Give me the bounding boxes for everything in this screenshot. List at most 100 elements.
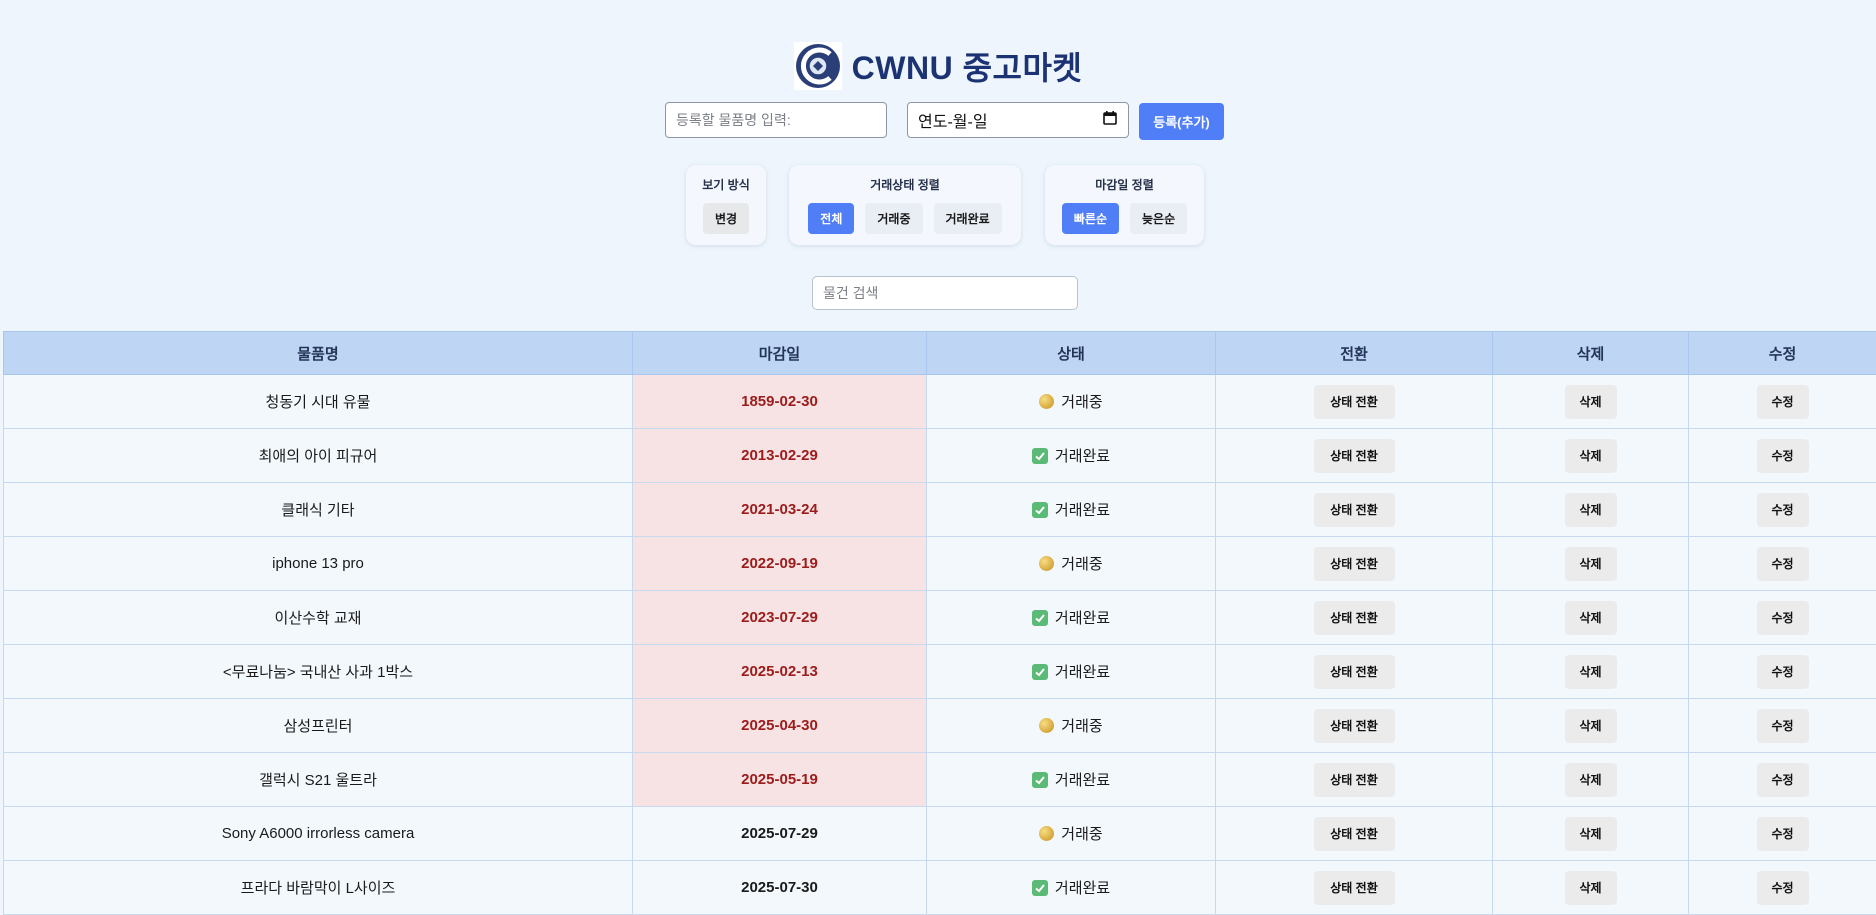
- toggle-status-button[interactable]: 상태 전환: [1314, 709, 1395, 743]
- toggle-status-button[interactable]: 상태 전환: [1314, 655, 1395, 689]
- status-label: 거래완료: [1055, 877, 1110, 898]
- calendar-icon[interactable]: [1102, 110, 1118, 130]
- sort-latest-button[interactable]: 늦은순: [1130, 203, 1187, 234]
- toggle-cell: 상태 전환: [1216, 645, 1493, 699]
- status-cell: 거래완료: [927, 591, 1216, 645]
- toggle-status-button[interactable]: 상태 전환: [1314, 385, 1395, 419]
- checkmark-icon: [1032, 610, 1048, 626]
- toggle-cell: 상태 전환: [1216, 861, 1493, 915]
- items-table: 물품명 마감일 상태 전환 삭제 수정 청동기 시대 유물1859-02-30 거…: [3, 331, 1876, 915]
- coin-dot-icon: [1039, 826, 1054, 841]
- toggle-cell: 상태 전환: [1216, 537, 1493, 591]
- status-sort-title: 거래상태 정렬: [789, 176, 1021, 193]
- status-cell: 거래중: [927, 537, 1216, 591]
- edit-cell: 수정: [1689, 699, 1876, 753]
- edit-button[interactable]: 수정: [1757, 655, 1809, 689]
- page-header: CWNU 중고마켓: [0, 40, 1876, 92]
- toggle-status-button[interactable]: 상태 전환: [1314, 763, 1395, 797]
- item-name-cell: iphone 13 pro: [4, 537, 633, 591]
- table-row: 삼성프린터2025-04-30거래중상태 전환삭제수정: [4, 699, 1876, 753]
- table-row: <무료나눔> 국내산 사과 1박스2025-02-13거래완료상태 전환삭제수정: [4, 645, 1876, 699]
- edit-button[interactable]: 수정: [1757, 493, 1809, 527]
- status-filter-trading-button[interactable]: 거래중: [865, 203, 922, 234]
- edit-button[interactable]: 수정: [1757, 817, 1809, 851]
- toggle-status-button[interactable]: 상태 전환: [1314, 547, 1395, 581]
- edit-button[interactable]: 수정: [1757, 547, 1809, 581]
- deadline-date-input[interactable]: 연도-월-일: [907, 102, 1129, 138]
- column-header-name: 물품명: [4, 332, 633, 375]
- delete-button[interactable]: 삭제: [1565, 547, 1617, 581]
- register-button[interactable]: 등록(추가): [1139, 103, 1224, 140]
- delete-button[interactable]: 삭제: [1565, 601, 1617, 635]
- edit-button[interactable]: 수정: [1757, 601, 1809, 635]
- edit-button[interactable]: 수정: [1757, 385, 1809, 419]
- view-mode-toggle-button[interactable]: 변경: [703, 203, 749, 234]
- table-header-row: 물품명 마감일 상태 전환 삭제 수정: [4, 332, 1876, 375]
- checkmark-icon: [1032, 502, 1048, 518]
- delete-button[interactable]: 삭제: [1565, 871, 1617, 905]
- delete-button[interactable]: 삭제: [1565, 763, 1617, 797]
- table-row: 클래식 기타2021-03-24거래완료상태 전환삭제수정: [4, 483, 1876, 537]
- item-name-cell: 클래식 기타: [4, 483, 633, 537]
- status-cell: 거래중: [927, 807, 1216, 861]
- delete-button[interactable]: 삭제: [1565, 385, 1617, 419]
- page-title: CWNU 중고마켓: [852, 43, 1083, 89]
- status-cell: 거래완료: [927, 645, 1216, 699]
- toggle-status-button[interactable]: 상태 전환: [1314, 439, 1395, 473]
- toggle-status-button[interactable]: 상태 전환: [1314, 601, 1395, 635]
- status-cell: 거래중: [927, 375, 1216, 429]
- column-header-toggle: 전환: [1216, 332, 1493, 375]
- deadline-sort-title: 마감일 정렬: [1045, 176, 1204, 193]
- delete-cell: 삭제: [1493, 375, 1689, 429]
- toggle-status-button[interactable]: 상태 전환: [1314, 871, 1395, 905]
- edit-cell: 수정: [1689, 753, 1876, 807]
- status-filter-completed-button[interactable]: 거래완료: [934, 203, 1002, 234]
- item-name-cell: 이산수학 교재: [4, 591, 633, 645]
- table-row: iphone 13 pro2022-09-19거래중상태 전환삭제수정: [4, 537, 1876, 591]
- edit-button[interactable]: 수정: [1757, 763, 1809, 797]
- edit-button[interactable]: 수정: [1757, 871, 1809, 905]
- deadline-cell: 2025-02-13: [633, 645, 927, 699]
- delete-button[interactable]: 삭제: [1565, 493, 1617, 527]
- toggle-cell: 상태 전환: [1216, 753, 1493, 807]
- checkmark-icon: [1032, 772, 1048, 788]
- item-name-input[interactable]: [665, 102, 887, 138]
- status-cell: 거래완료: [927, 429, 1216, 483]
- edit-cell: 수정: [1689, 645, 1876, 699]
- item-name-cell: 청동기 시대 유물: [4, 375, 633, 429]
- view-mode-panel: 보기 방식 변경: [686, 165, 766, 245]
- university-logo-icon: [794, 42, 842, 90]
- table-row: 이산수학 교재2023-07-29거래완료상태 전환삭제수정: [4, 591, 1876, 645]
- edit-button[interactable]: 수정: [1757, 439, 1809, 473]
- item-name-cell: 갤럭시 S21 울트라: [4, 753, 633, 807]
- edit-cell: 수정: [1689, 861, 1876, 915]
- status-filter-all-button[interactable]: 전체: [808, 203, 854, 234]
- toggle-cell: 상태 전환: [1216, 699, 1493, 753]
- delete-button[interactable]: 삭제: [1565, 655, 1617, 689]
- column-header-deadline: 마감일: [633, 332, 927, 375]
- edit-cell: 수정: [1689, 483, 1876, 537]
- status-label: 거래완료: [1055, 445, 1110, 466]
- edit-cell: 수정: [1689, 591, 1876, 645]
- status-label: 거래완료: [1055, 607, 1110, 628]
- table-body: 청동기 시대 유물1859-02-30거래중상태 전환삭제수정최애의 아이 피규…: [4, 375, 1876, 915]
- date-placeholder: 연도-월-일: [918, 108, 988, 132]
- delete-button[interactable]: 삭제: [1565, 439, 1617, 473]
- delete-button[interactable]: 삭제: [1565, 817, 1617, 851]
- deadline-cell: 2025-05-19: [633, 753, 927, 807]
- deadline-cell: 1859-02-30: [633, 375, 927, 429]
- coin-dot-icon: [1039, 556, 1054, 571]
- column-header-edit: 수정: [1689, 332, 1876, 375]
- toggle-status-button[interactable]: 상태 전환: [1314, 493, 1395, 527]
- sort-earliest-button[interactable]: 빠른순: [1062, 203, 1119, 234]
- item-search-input[interactable]: [812, 276, 1078, 310]
- status-label: 거래중: [1061, 391, 1102, 412]
- edit-cell: 수정: [1689, 807, 1876, 861]
- toggle-status-button[interactable]: 상태 전환: [1314, 817, 1395, 851]
- table-row: 프라다 바람막이 L사이즈2025-07-30거래완료상태 전환삭제수정: [4, 861, 1876, 915]
- column-header-delete: 삭제: [1493, 332, 1689, 375]
- status-label: 거래완료: [1055, 499, 1110, 520]
- delete-button[interactable]: 삭제: [1565, 709, 1617, 743]
- table-row: 최애의 아이 피규어2013-02-29거래완료상태 전환삭제수정: [4, 429, 1876, 483]
- edit-button[interactable]: 수정: [1757, 709, 1809, 743]
